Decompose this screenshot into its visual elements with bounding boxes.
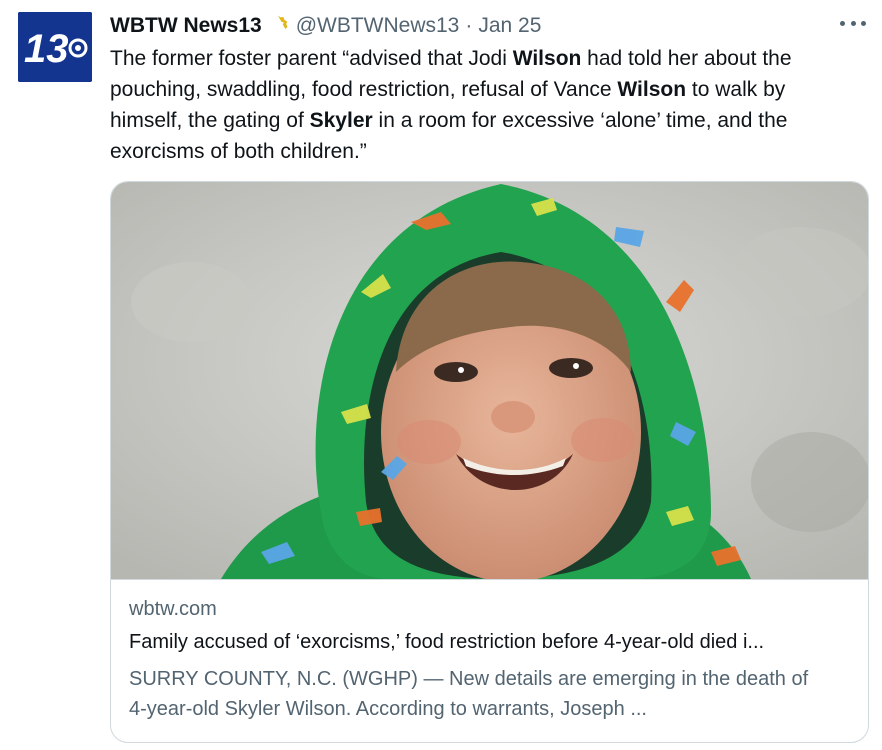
verified-badge-icon bbox=[266, 14, 290, 38]
header-separator: · bbox=[465, 14, 473, 37]
highlight-skyler: Skyler bbox=[309, 109, 373, 132]
card-title[interactable]: Family accused of ‘exorcisms,’ food rest… bbox=[129, 631, 851, 654]
more-options-icon[interactable] bbox=[840, 16, 866, 30]
tweet-date[interactable]: Jan 25 bbox=[478, 14, 541, 38]
avatar-number: 13 bbox=[24, 27, 69, 71]
link-card[interactable]: wbtw.com Family accused of ‘exorcisms,’ … bbox=[110, 181, 869, 743]
highlight-wilson: Wilson bbox=[512, 47, 582, 70]
wbtw-logo-icon: 13 bbox=[18, 12, 92, 82]
card-body[interactable]: wbtw.com Family accused of ‘exorcisms,’ … bbox=[111, 579, 868, 720]
tweet[interactable]: 13 WBTW News13 @WBTWNews13 · Jan 25 The … bbox=[0, 0, 882, 750]
card-image[interactable] bbox=[111, 182, 868, 579]
author-name[interactable]: WBTW News13 bbox=[110, 14, 262, 38]
author-handle[interactable]: @WBTWNews13 bbox=[296, 14, 460, 38]
tweet-text: The former foster parent “advised that J… bbox=[110, 47, 792, 163]
card-domain: wbtw.com bbox=[129, 598, 217, 620]
highlight-wilson: Wilson bbox=[617, 78, 687, 101]
avatar[interactable]: 13 bbox=[18, 12, 92, 82]
card-description: SURRY COUNTY, N.C. (WGHP) — New details … bbox=[129, 668, 809, 720]
tweet-header: WBTW News13 @WBTWNews13 · Jan 25 bbox=[110, 10, 541, 42]
